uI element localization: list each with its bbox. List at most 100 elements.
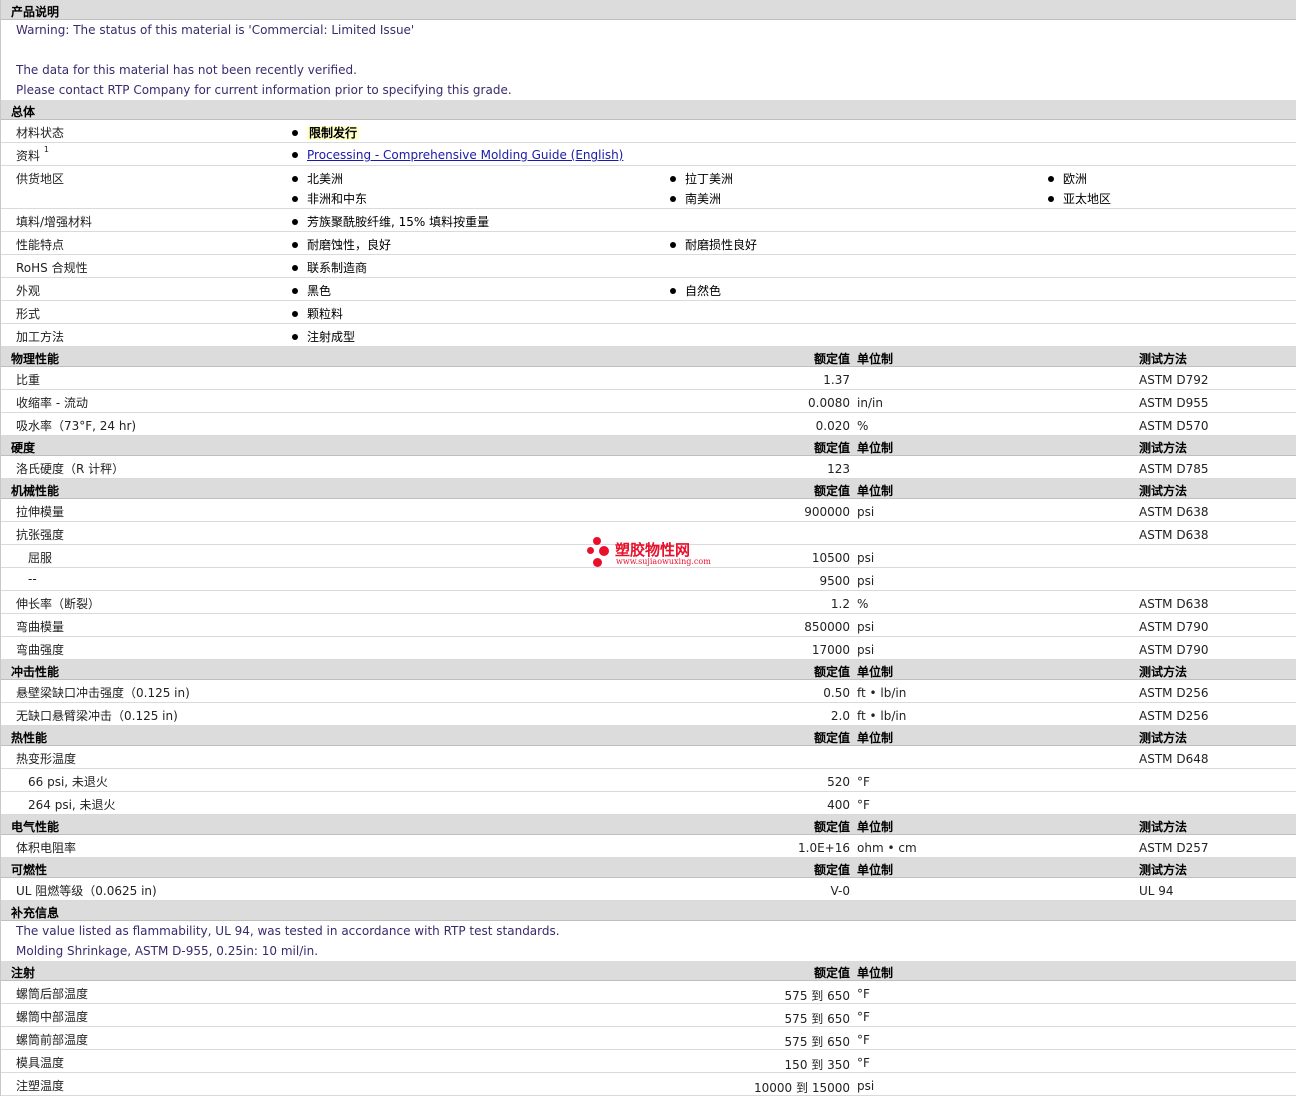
row-test-method: ASTM D792 (1139, 373, 1209, 387)
form-value: 颗粒料 (307, 307, 344, 321)
row-label: 螺筒中部温度 (16, 1010, 89, 1024)
col-header-unit: 单位制 (857, 731, 894, 745)
data-row: 伸长率（断裂） 1.2% ASTM D638 (1, 591, 1296, 614)
row-material-status: 材料状态 限制发行 (1, 120, 1296, 143)
bullet-icon (292, 241, 298, 248)
data-row: 螺筒中部温度 575 到 650 °F (1, 1004, 1296, 1027)
row-label: 伸长率（断裂） (16, 597, 101, 611)
row-unit: psi (857, 505, 875, 519)
section-title: 硬度 (11, 441, 36, 455)
row-value: 1.0E+16 (798, 841, 850, 855)
col-header-nominal: 额定值 (813, 441, 850, 455)
row-value: 400 (827, 798, 850, 812)
col-header-method: 测试方法 (1139, 665, 1188, 679)
process-value: 注射成型 (307, 330, 356, 344)
data-row: 弯曲强度 17000 psi ASTM D790 (1, 637, 1296, 660)
row-label: 模具温度 (16, 1056, 65, 1070)
row-unit: °F (857, 775, 870, 789)
col-header-nominal: 额定值 (813, 484, 850, 498)
row-test-method: ASTM D790 (1139, 620, 1209, 634)
row-unit: psi (857, 620, 875, 634)
bullet-icon (292, 175, 298, 182)
supplement-text-2: Molding Shrinkage, ASTM D-955, 0.25in: 1… (16, 944, 319, 958)
region-name: 欧洲 (1063, 172, 1088, 186)
feature-value: 耐磨损性良好 (685, 238, 758, 252)
logo-dot (593, 537, 601, 545)
row-test-method: ASTM D648 (1139, 752, 1209, 766)
row-label: RoHS 合规性 (16, 261, 88, 275)
row-label: 资料 1 (16, 145, 49, 164)
row-test-method: UL 94 (1139, 884, 1174, 898)
appearance-item: 自然色 (670, 282, 721, 299)
data-row: 比重 1.37 ASTM D792 (1, 367, 1296, 390)
row-unit: in/in (857, 396, 883, 410)
section-header-hardness: 硬度 额定值 单位制 测试方法 (1, 436, 1296, 456)
row-label: 无缺口悬臂梁冲击（0.125 in) (16, 709, 178, 723)
section-impact: 冲击性能 额定值 单位制 测试方法 悬壁梁缺口冲击强度（0.125 in) 0.50 ft … (1, 660, 1296, 726)
row-label: UL 阻燃等级（0.0625 in) (16, 884, 157, 898)
data-row: 悬壁梁缺口冲击强度（0.125 in) 0.50 ft • lb/in ASTM D2… (1, 680, 1296, 703)
section-title: 注射 (11, 966, 36, 980)
bullet-icon (292, 151, 298, 158)
row-form: 形式 颗粒料 (1, 301, 1296, 324)
row-unit: °F (857, 1010, 870, 1024)
section-header-mechanical: 机械性能 额定值 单位制 测试方法 (1, 479, 1296, 499)
data-row: 体积电阻率 1.0E+16 ohm • cm ASTM D257 (1, 835, 1296, 858)
logo-dot (599, 546, 609, 556)
data-row: 收缩率 - 流动 0.0080 in/in ASTM D955 (1, 390, 1296, 413)
bullet-icon (1048, 175, 1054, 182)
row-value: 0.020 (815, 419, 850, 433)
bullet-icon (292, 218, 298, 225)
row-label: 形式 (16, 307, 41, 321)
footnote-marker: 1 (43, 145, 49, 154)
bullet-icon (670, 175, 676, 182)
region-item: 亚太地区 (1048, 190, 1111, 207)
row-label: 体积电阻率 (16, 841, 77, 855)
row-value: 850000 (804, 620, 850, 634)
col-header-unit: 单位制 (857, 665, 894, 679)
bullet-icon (292, 195, 298, 202)
data-row: 吸水率（73°F, 24 hr) 0.020% ASTM D570 (1, 413, 1296, 436)
data-row: 注塑温度 10000 到 15000 psi (1, 1073, 1296, 1096)
col-header-unit: 单位制 (857, 863, 894, 877)
section-title: 补充信息 (11, 906, 60, 920)
section-header-physical: 物理性能 额定值 单位制 测试方法 (1, 347, 1296, 367)
row-label: 材料状态 (16, 126, 65, 140)
row-label: 加工方法 (16, 330, 65, 344)
data-row: 洛氏硬度（R 计秤） 123 ASTM D785 (1, 456, 1296, 479)
filler-item: 芳族聚酰胺纤维, 15% 填料按重量 (292, 213, 489, 230)
region-item: 北美洲 (292, 170, 343, 187)
data-row: 拉伸模量 900000 psi ASTM D638 (1, 499, 1296, 522)
col-header-nominal: 额定值 (813, 820, 850, 834)
watermark-url: www.sujiaowuxing.com (616, 557, 711, 566)
col-header-unit: 单位制 (857, 820, 894, 834)
data-row: 热变形温度 ASTM D648 (1, 746, 1296, 769)
row-label: 洛氏硬度（R 计秤） (16, 462, 125, 476)
data-row: 弯曲模量 850000 psi ASTM D790 (1, 614, 1296, 637)
row-test-method: ASTM D638 (1139, 528, 1209, 542)
row-test-method: ASTM D256 (1139, 709, 1209, 723)
rohs-item: 联系制造商 (292, 259, 367, 276)
data-row: 螺筒后部温度 575 到 650 °F (1, 981, 1296, 1004)
row-value: 150 到 350 (784, 1058, 850, 1072)
region-name: 北美洲 (307, 172, 344, 186)
section-header-impact: 冲击性能 额定值 单位制 测试方法 (1, 660, 1296, 680)
section-title: 可燃性 (11, 863, 48, 877)
data-row: 66 psi, 未退火 520 °F (1, 769, 1296, 792)
row-process: 加工方法 注射成型 (1, 324, 1296, 347)
row-label: 吸水率（73°F, 24 hr) (16, 419, 137, 433)
row-label: 66 psi, 未退火 (28, 775, 108, 789)
supplement-text-1: The value listed as flammability, UL 94,… (16, 924, 560, 938)
row-test-method: ASTM D955 (1139, 396, 1209, 410)
row-label: 比重 (16, 373, 41, 387)
row-value: 575 到 650 (784, 1035, 850, 1049)
row-rohs: RoHS 合规性 联系制造商 (1, 255, 1296, 278)
row-label: 螺筒后部温度 (16, 987, 89, 1001)
row-regions: 供货地区 北美洲 拉丁美洲 欧洲 非洲和中东 南美洲 亚太地区 (1, 166, 1296, 209)
row-label: -- (28, 572, 37, 586)
molding-guide-link[interactable]: Processing - Comprehensive Molding Guide… (307, 148, 623, 162)
filler-value: 芳族聚酰胺纤维, 15% 填料按重量 (307, 215, 490, 229)
col-header-unit: 单位制 (857, 484, 894, 498)
rohs-value: 联系制造商 (307, 261, 368, 275)
bullet-icon (292, 264, 298, 271)
